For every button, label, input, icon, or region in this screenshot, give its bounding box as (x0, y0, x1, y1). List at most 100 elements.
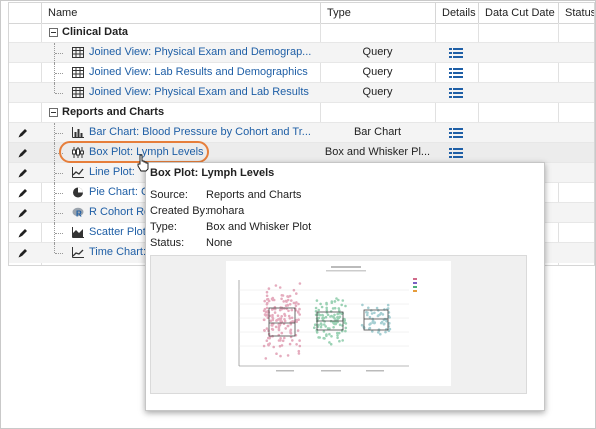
thumbnail-point (284, 327, 287, 330)
view-link[interactable]: Pie Chart: C (89, 186, 149, 198)
details-icon[interactable] (449, 68, 463, 78)
line-chart-icon (72, 167, 84, 178)
thumbnail-point (283, 336, 286, 340)
thumbnail-point (338, 339, 341, 343)
thumbnail-point (335, 297, 338, 300)
thumbnail-point (267, 287, 271, 290)
thumbnail-point (297, 349, 301, 353)
thumbnail-point (315, 299, 319, 302)
thumbnail-point (281, 339, 285, 343)
thumbnail-point (283, 319, 287, 323)
thumbnail-point (265, 339, 269, 342)
thumbnail-point (268, 342, 271, 345)
thumbnail-point (281, 294, 285, 297)
table-row[interactable]: Joined View: Physical Exam and Demograp.… (9, 43, 594, 63)
view-link[interactable]: Time Chart: (89, 246, 149, 258)
thumbnail-point (370, 309, 373, 312)
thumbnail-point (290, 308, 294, 312)
svg-text:R: R (76, 210, 82, 219)
view-link[interactable]: R Cohort Re (89, 206, 149, 218)
thumbnail-point (262, 318, 266, 322)
view-link[interactable]: Bar Chart: Blood Pressure by Cohort and … (89, 126, 317, 138)
thumbnail-point (379, 321, 383, 325)
header-details[interactable]: Details (435, 3, 478, 23)
edit-pencil-icon[interactable] (17, 247, 29, 259)
thumbnail-point (338, 323, 342, 327)
thumbnail-point (297, 318, 300, 321)
thumbnail-point (272, 345, 275, 349)
thumbnail-point (291, 339, 294, 342)
view-type: Bar Chart (353, 126, 402, 138)
header-status[interactable]: Status. (558, 3, 594, 23)
details-icon[interactable] (449, 88, 463, 98)
thumbnail-point (278, 308, 282, 312)
table-row[interactable]: Joined View: Physical Exam and Lab Resul… (9, 83, 594, 103)
thumbnail-point (343, 321, 346, 324)
edit-pencil-icon[interactable] (17, 187, 29, 199)
thumbnail-point (286, 354, 290, 357)
thumbnail-point (337, 307, 341, 310)
thumbnail-point (290, 299, 293, 302)
group-row-clinical-data[interactable]: Clinical Data (9, 23, 594, 43)
edit-pencil-icon[interactable] (17, 167, 29, 179)
thumbnail-point (321, 313, 324, 317)
thumbnail-point (317, 308, 320, 312)
thumbnail-point (292, 288, 296, 292)
thumbnail-point (266, 301, 269, 305)
popup-type-label: Type: (150, 221, 177, 233)
thumbnail-point (279, 337, 282, 340)
thumbnail-point (266, 297, 270, 301)
thumbnail-point (286, 304, 290, 307)
grid-icon (72, 47, 84, 58)
collapse-toggle-icon[interactable] (49, 108, 58, 117)
tree-line (55, 173, 63, 174)
thumbnail-point (278, 286, 282, 289)
view-type: Query (362, 86, 393, 98)
details-icon[interactable] (449, 48, 463, 58)
edit-pencil-icon[interactable] (17, 127, 29, 139)
thumbnail-point (323, 323, 326, 326)
thumbnail-point (373, 311, 376, 315)
thumbnail-point (288, 303, 292, 306)
thumbnail-point (267, 329, 270, 332)
thumbnail-point (323, 320, 326, 323)
details-icon[interactable] (449, 148, 463, 158)
collapse-toggle-icon[interactable] (49, 28, 58, 37)
thumbnail-point (370, 312, 374, 315)
thumbnail-point (295, 292, 298, 295)
thumbnail-point (298, 282, 302, 285)
group-row-reports-and-charts[interactable]: Reports and Charts (9, 103, 594, 123)
thumbnail-point (278, 344, 282, 348)
popup-created-label: Created By: (150, 205, 209, 217)
thumbnail-point (271, 317, 275, 320)
header-name[interactable]: Name (41, 3, 320, 23)
thumbnail-point (298, 313, 301, 316)
edit-pencil-icon[interactable] (17, 207, 29, 219)
edit-pencil-icon[interactable] (17, 147, 29, 159)
thumbnail-point (368, 315, 372, 319)
edit-pencil-icon[interactable] (17, 227, 29, 239)
thumbnail-point (377, 309, 380, 312)
thumbnail-point (318, 336, 321, 339)
tree-line (55, 73, 63, 74)
view-link[interactable]: Scatter Plot (89, 226, 149, 238)
table-row[interactable]: Joined View: Lab Results and Demographic… (9, 63, 594, 83)
thumbnail-point (265, 294, 269, 298)
thumbnail-point (263, 329, 266, 332)
view-link[interactable]: Joined View: Lab Results and Demographic… (89, 66, 317, 78)
thumbnail-point (332, 326, 335, 329)
table-header: Name Type Details Data Cut Date Status. (9, 3, 594, 24)
thumbnail-point (269, 319, 273, 323)
thumbnail-point (263, 299, 266, 303)
thumbnail-point (296, 329, 300, 332)
table-row[interactable]: Bar Chart: Blood Pressure by Cohort and … (9, 123, 594, 143)
thumbnail-point (319, 325, 323, 329)
header-data-cut-date[interactable]: Data Cut Date (478, 3, 558, 23)
view-link[interactable]: Joined View: Physical Exam and Lab Resul… (89, 86, 317, 98)
thumbnail-point (325, 311, 329, 314)
view-link[interactable]: Joined View: Physical Exam and Demograp.… (89, 46, 317, 58)
details-icon[interactable] (449, 128, 463, 138)
thumbnail-point (384, 330, 387, 334)
header-type[interactable]: Type (320, 3, 435, 23)
thumbnail-point (266, 313, 269, 317)
